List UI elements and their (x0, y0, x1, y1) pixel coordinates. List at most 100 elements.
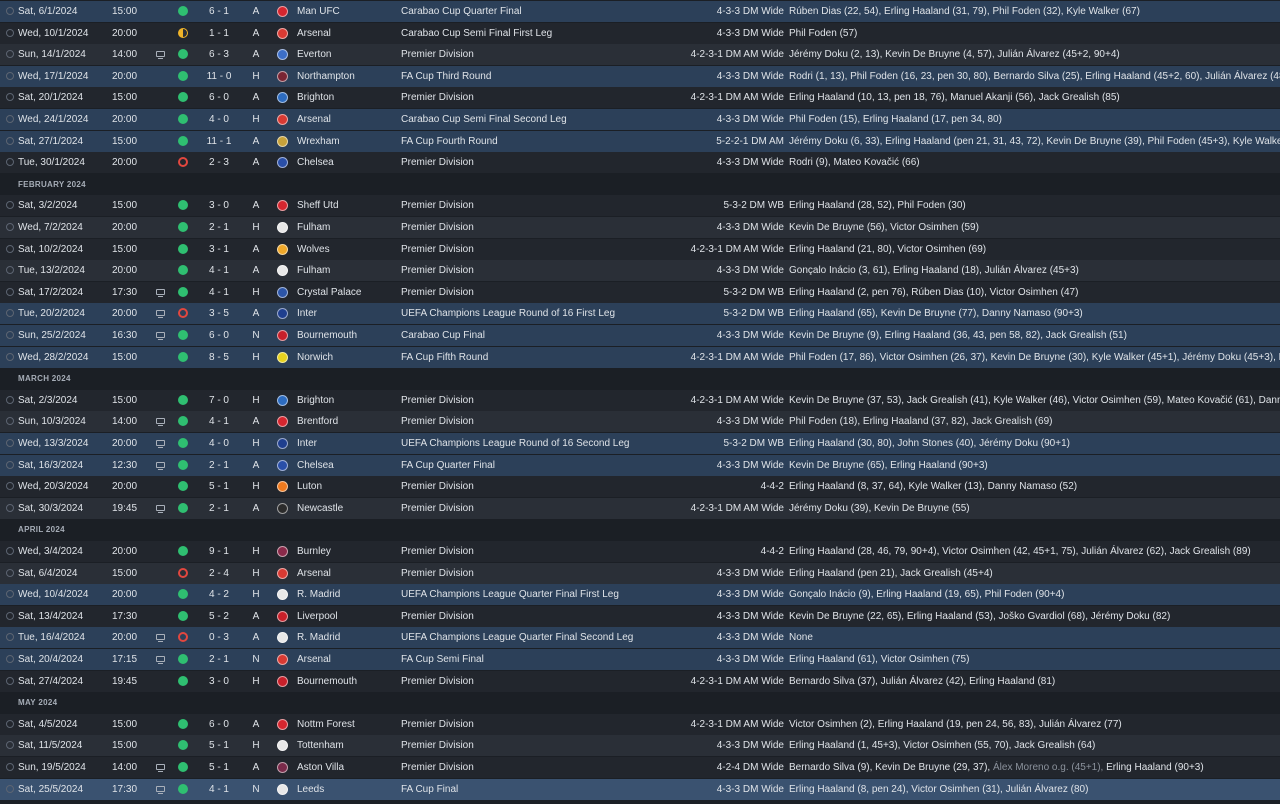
checkbox-circle-icon[interactable] (6, 785, 14, 793)
checkbox-circle-icon[interactable] (6, 677, 14, 685)
match-score[interactable]: 8 - 5 (196, 347, 242, 368)
select-checkbox[interactable] (6, 1, 16, 23)
opponent-name[interactable]: Arsenal (297, 563, 395, 584)
checkbox-circle-icon[interactable] (6, 93, 14, 101)
checkbox-circle-icon[interactable] (6, 612, 14, 620)
competition-name[interactable]: Carabao Cup Semi Final Second Leg (401, 109, 681, 130)
select-checkbox[interactable] (6, 390, 16, 412)
match-score[interactable]: 5 - 2 (196, 606, 242, 627)
select-checkbox[interactable] (6, 433, 16, 455)
opponent-name[interactable]: Crystal Palace (297, 282, 395, 303)
select-checkbox[interactable] (6, 195, 16, 217)
match-score[interactable]: 6 - 0 (196, 325, 242, 346)
match-score[interactable]: 4 - 0 (196, 109, 242, 130)
fixture-row[interactable]: Sun, 25/2/2024 16:30 6 - 0 N Bournemouth Cara… (0, 325, 1280, 346)
competition-name[interactable]: Premier Division (401, 714, 681, 735)
competition-name[interactable]: Premier Division (401, 411, 681, 432)
select-checkbox[interactable] (6, 584, 16, 606)
select-checkbox[interactable] (6, 714, 16, 736)
fixture-row[interactable]: Wed, 24/1/2024 20:00 4 - 0 H Arsenal Carabao … (0, 109, 1280, 130)
opponent-name[interactable]: Wolves (297, 239, 395, 260)
select-checkbox[interactable] (6, 627, 16, 649)
match-score[interactable]: 11 - 1 (196, 131, 242, 152)
fixture-row[interactable]: Sat, 20/4/2024 17:15 2 - 1 N Arsenal FA Cup S… (0, 649, 1280, 670)
competition-name[interactable]: FA Cup Fourth Round (401, 131, 681, 152)
opponent-name[interactable]: Fulham (297, 217, 395, 238)
select-checkbox[interactable] (6, 131, 16, 153)
checkbox-circle-icon[interactable] (6, 547, 14, 555)
match-score[interactable]: 3 - 5 (196, 303, 242, 324)
match-score[interactable]: 7 - 0 (196, 390, 242, 411)
select-checkbox[interactable] (6, 498, 16, 520)
opponent-name[interactable]: Brighton (297, 87, 395, 108)
fixture-row[interactable]: Wed, 20/3/2024 20:00 5 - 1 H Luton Premier Di… (0, 476, 1280, 497)
competition-name[interactable]: FA Cup Fifth Round (401, 347, 681, 368)
opponent-name[interactable]: Bournemouth (297, 671, 395, 692)
match-score[interactable]: 4 - 1 (196, 282, 242, 303)
fixture-row[interactable]: Sat, 16/3/2024 12:30 2 - 1 A Chelsea FA Cup Q… (0, 455, 1280, 476)
match-score[interactable]: 3 - 0 (196, 195, 242, 216)
select-checkbox[interactable] (6, 23, 16, 45)
opponent-name[interactable]: Nottm Forest (297, 714, 395, 735)
fixture-row[interactable]: Wed, 10/4/2024 20:00 4 - 2 H R. Madrid UEFA C… (0, 584, 1280, 605)
competition-name[interactable]: Premier Division (401, 735, 681, 756)
select-checkbox[interactable] (6, 152, 16, 174)
match-score[interactable]: 5 - 1 (196, 757, 242, 778)
select-checkbox[interactable] (6, 757, 16, 779)
opponent-name[interactable]: Inter (297, 433, 395, 454)
match-score[interactable]: 2 - 1 (196, 455, 242, 476)
competition-name[interactable]: FA Cup Quarter Final (401, 455, 681, 476)
checkbox-circle-icon[interactable] (6, 569, 14, 577)
opponent-name[interactable]: Bournemouth (297, 325, 395, 346)
match-score[interactable]: 5 - 1 (196, 476, 242, 497)
checkbox-circle-icon[interactable] (6, 720, 14, 728)
opponent-name[interactable]: Wrexham (297, 131, 395, 152)
checkbox-circle-icon[interactable] (6, 266, 14, 274)
checkbox-circle-icon[interactable] (6, 137, 14, 145)
checkbox-circle-icon[interactable] (6, 353, 14, 361)
checkbox-circle-icon[interactable] (6, 309, 14, 317)
select-checkbox[interactable] (6, 671, 16, 693)
checkbox-circle-icon[interactable] (6, 741, 14, 749)
match-score[interactable]: 6 - 1 (196, 1, 242, 22)
select-checkbox[interactable] (6, 109, 16, 131)
competition-name[interactable]: Carabao Cup Final (401, 325, 681, 346)
checkbox-circle-icon[interactable] (6, 223, 14, 231)
checkbox-circle-icon[interactable] (6, 29, 14, 37)
opponent-name[interactable]: Tottenham (297, 735, 395, 756)
match-score[interactable]: 6 - 0 (196, 87, 242, 108)
competition-name[interactable]: Premier Division (401, 498, 681, 519)
opponent-name[interactable]: Chelsea (297, 152, 395, 173)
fixture-row[interactable]: Sat, 30/3/2024 19:45 2 - 1 A Newcastle Premie… (0, 498, 1280, 519)
checkbox-circle-icon[interactable] (6, 115, 14, 123)
competition-name[interactable]: Premier Division (401, 195, 681, 216)
select-checkbox[interactable] (6, 239, 16, 261)
opponent-name[interactable]: Arsenal (297, 649, 395, 670)
checkbox-circle-icon[interactable] (6, 590, 14, 598)
competition-name[interactable]: Carabao Cup Semi Final First Leg (401, 23, 681, 44)
checkbox-circle-icon[interactable] (6, 655, 14, 663)
select-checkbox[interactable] (6, 260, 16, 282)
fixture-row[interactable]: Sat, 27/1/2024 15:00 11 - 1 A Wrexham FA Cup … (0, 131, 1280, 152)
competition-name[interactable]: FA Cup Third Round (401, 66, 681, 87)
match-score[interactable]: 2 - 1 (196, 498, 242, 519)
competition-name[interactable]: Premier Division (401, 671, 681, 692)
fixture-row[interactable]: Sat, 10/2/2024 15:00 3 - 1 A Wolves Premier D… (0, 239, 1280, 260)
fixture-row[interactable]: Sun, 14/1/2024 14:00 6 - 3 A Everton Premier … (0, 44, 1280, 65)
checkbox-circle-icon[interactable] (6, 461, 14, 469)
fixture-row[interactable]: Wed, 28/2/2024 15:00 8 - 5 H Norwich FA Cup F… (0, 347, 1280, 368)
fixture-row[interactable]: Wed, 3/4/2024 20:00 9 - 1 H Burnley Premier D… (0, 541, 1280, 562)
checkbox-circle-icon[interactable] (6, 7, 14, 15)
checkbox-circle-icon[interactable] (6, 158, 14, 166)
opponent-name[interactable]: Northampton (297, 66, 395, 87)
select-checkbox[interactable] (6, 735, 16, 757)
fixture-row[interactable]: Sat, 4/5/2024 15:00 6 - 0 A Nottm Forest Prem… (0, 714, 1280, 735)
checkbox-circle-icon[interactable] (6, 50, 14, 58)
opponent-name[interactable]: Arsenal (297, 109, 395, 130)
select-checkbox[interactable] (6, 411, 16, 433)
checkbox-circle-icon[interactable] (6, 396, 14, 404)
checkbox-circle-icon[interactable] (6, 633, 14, 641)
competition-name[interactable]: FA Cup Semi Final (401, 649, 681, 670)
match-score[interactable]: 2 - 4 (196, 563, 242, 584)
checkbox-circle-icon[interactable] (6, 201, 14, 209)
